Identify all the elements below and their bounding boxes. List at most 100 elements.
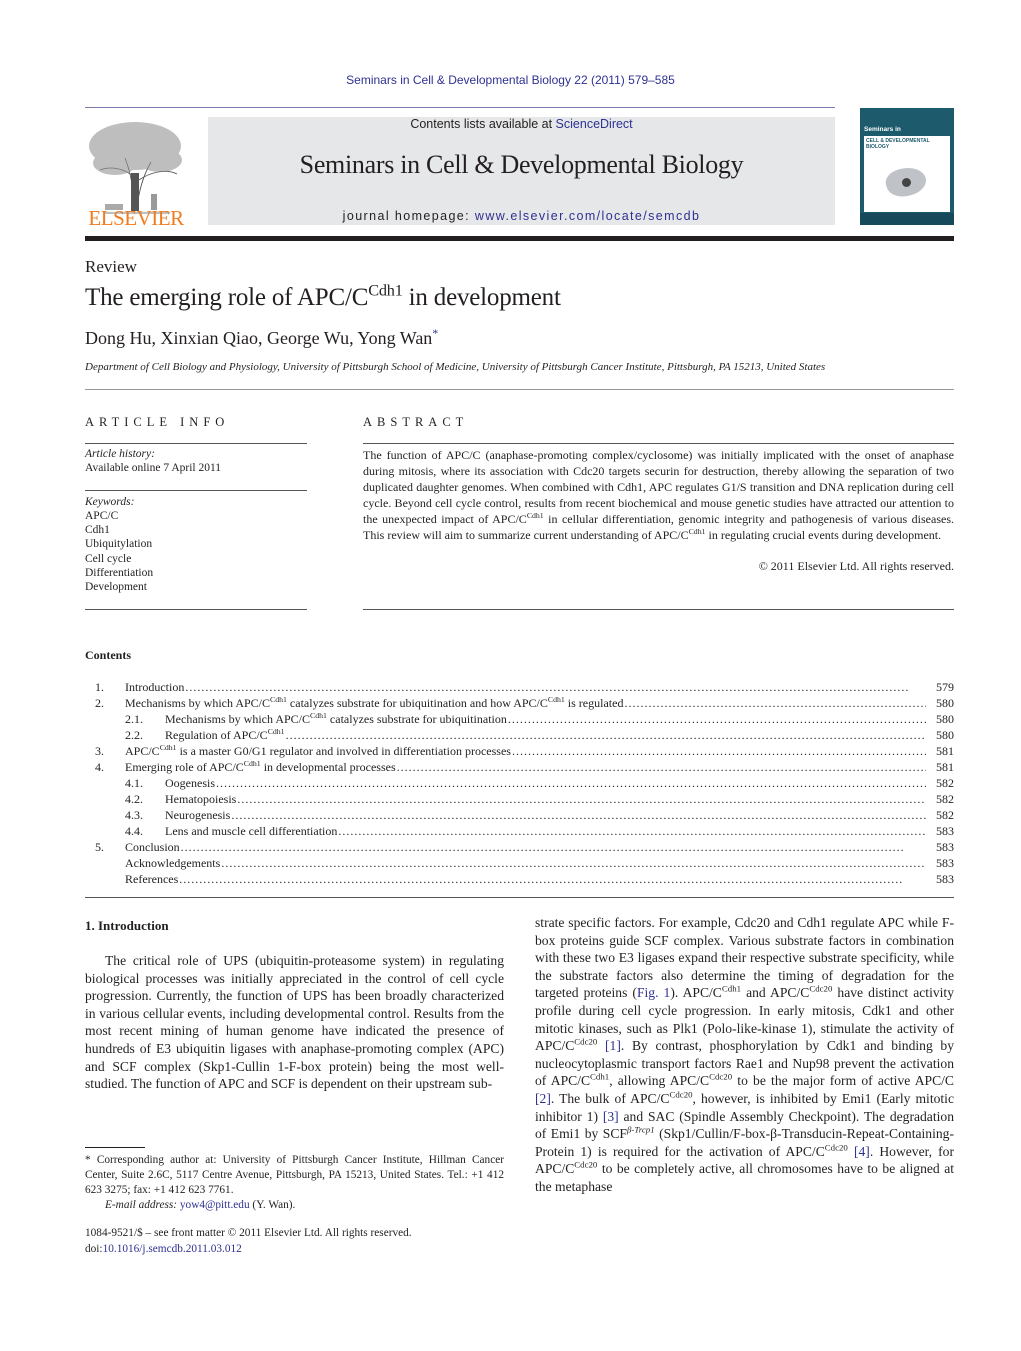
toc-title[interactable]: Emerging role of APC/CCdh1 in developmen… xyxy=(125,759,396,775)
title-main: The emerging role of APC/C xyxy=(85,284,369,311)
toc-entry[interactable]: 4. Emerging role of APC/CCdh1 in developm… xyxy=(85,759,954,775)
toc-number: 2.2. xyxy=(125,728,143,742)
email-link[interactable]: yow4@pitt.edu xyxy=(180,1199,250,1211)
article-history-label: Article history: xyxy=(85,448,155,460)
toc-number: 3. xyxy=(95,744,104,758)
toc-page-number: 581 xyxy=(936,760,954,774)
keywords-label: Keywords: xyxy=(85,496,135,508)
keyword: Development xyxy=(85,581,147,594)
toc-title[interactable]: Lens and muscle cell differentiation xyxy=(165,823,337,839)
toc-title-text: References xyxy=(125,872,179,886)
toc-title[interactable]: Neurogenesis xyxy=(165,807,230,823)
affiliation: Department of Cell Biology and Physiolog… xyxy=(85,361,826,373)
reference-link[interactable]: [4] xyxy=(854,1144,870,1159)
superscript: Cdc20 xyxy=(809,983,833,994)
journal-cover-thumbnail[interactable]: Seminars in CELL & DEVELOPMENTAL BIOLOGY xyxy=(860,108,954,225)
toc-leader-dots xyxy=(338,823,926,839)
toc-title-text: Conclusion xyxy=(125,840,180,854)
toc-title-text: Mechanisms by which APC/C xyxy=(125,696,271,710)
toc-entry[interactable]: 4.3. Neurogenesis 582 xyxy=(85,807,954,823)
toc-leader-dots xyxy=(221,855,926,871)
email-label: E-mail address: xyxy=(105,1199,178,1211)
toc-entry[interactable]: 1. Introduction 579 xyxy=(85,679,954,695)
reference-link[interactable]: [2] xyxy=(535,1091,551,1106)
toc-title[interactable]: References xyxy=(125,871,178,887)
toc-title[interactable]: APC/CCdh1 is a master G0/G1 regulator an… xyxy=(125,743,511,759)
abstract-text: The function of APC/C (anaphase-promotin… xyxy=(363,447,954,544)
toc-entry[interactable]: Acknowledgements 583 xyxy=(85,855,954,871)
keywords-list: APC/C Cdh1 Ubiquitylation Cell cycle Dif… xyxy=(85,509,153,594)
toc-title[interactable]: Hematopoiesis xyxy=(165,791,236,807)
toc-leader-dots xyxy=(286,727,926,743)
reference-link[interactable]: [3] xyxy=(603,1109,619,1124)
toc-title[interactable]: Introduction xyxy=(125,679,184,695)
divider xyxy=(363,443,954,444)
footnote-rule xyxy=(85,1147,145,1148)
superscript: Cdc20 xyxy=(824,1142,848,1153)
divider xyxy=(85,389,954,390)
contents-available-line: Contents lists available at ScienceDirec… xyxy=(208,117,835,131)
toc-title-text: Mechanisms by which APC/C xyxy=(165,712,311,726)
toc-leader-dots xyxy=(512,743,926,759)
superscript: Cdc20 xyxy=(709,1071,733,1082)
toc-entry[interactable]: 2. Mechanisms by which APC/CCdh1 catalyze… xyxy=(85,695,954,711)
toc-leader-dots xyxy=(231,807,926,823)
toc-entry[interactable]: 2.1. Mechanisms by which APC/CCdh1 cataly… xyxy=(85,711,954,727)
paragraph: The critical role of UPS (ubiquitin-prot… xyxy=(85,953,504,1092)
toc-leader-dots xyxy=(185,679,926,695)
table-of-contents: 1. Introduction 579 2. Mechanisms by which A… xyxy=(85,679,954,887)
toc-entry[interactable]: 3. APC/CCdh1 is a master G0/G1 regulator … xyxy=(85,743,954,759)
email-suffix: (Y. Wan). xyxy=(249,1199,296,1211)
reference-link[interactable]: [1] xyxy=(605,1038,621,1053)
toc-number: 4.4. xyxy=(125,824,143,838)
superscript: Cdh1 xyxy=(721,983,742,994)
email-line: E-mail address: yow4@pitt.edu (Y. Wan). xyxy=(85,1198,504,1213)
toc-title-text: APC/C xyxy=(125,744,160,758)
toc-page-number: 582 xyxy=(936,808,954,822)
doi-link[interactable]: 10.1016/j.semcdb.2011.03.012 xyxy=(103,1243,242,1255)
toc-entry[interactable]: 4.1. Oogenesis 582 xyxy=(85,775,954,791)
toc-entry[interactable]: 5. Conclusion 583 xyxy=(85,839,954,855)
toc-title-text: Emerging role of APC/C xyxy=(125,760,244,774)
toc-title[interactable]: Mechanisms by which APC/CCdh1 catalyzes … xyxy=(165,711,507,727)
toc-entry[interactable]: 4.4. Lens and muscle cell differentiation… xyxy=(85,823,954,839)
toc-page-number: 583 xyxy=(936,856,954,870)
toc-title-text: Introduction xyxy=(125,680,185,694)
toc-number: 4. xyxy=(95,760,104,774)
divider xyxy=(85,443,307,444)
article-info-heading: ARTICLE INFO xyxy=(85,415,230,429)
masthead-thick-rule xyxy=(85,236,954,241)
paragraph: strate specific factors. For example, Cd… xyxy=(535,914,954,1196)
divider xyxy=(363,609,954,610)
corresponding-author-link[interactable]: * xyxy=(432,327,438,340)
superscript: Cdh1 xyxy=(547,695,565,704)
toc-title[interactable]: Mechanisms by which APC/CCdh1 catalyzes … xyxy=(125,695,623,711)
doi-label: doi: xyxy=(85,1242,103,1255)
body-column-left: The critical role of UPS (ubiquitin-prot… xyxy=(85,952,504,1093)
homepage-label: journal homepage: xyxy=(342,209,475,223)
toc-entry[interactable]: 2.2. Regulation of APC/CCdh1 580 xyxy=(85,727,954,743)
contents-heading: Contents xyxy=(85,648,132,662)
superscript: Cdh1 xyxy=(243,759,261,768)
text: and APC/C xyxy=(741,985,810,1001)
toc-title[interactable]: Regulation of APC/CCdh1 xyxy=(165,727,285,743)
toc-page-number: 583 xyxy=(936,840,954,854)
toc-entry[interactable]: References 583 xyxy=(85,871,954,887)
toc-title[interactable]: Conclusion xyxy=(125,839,180,855)
keyword: Cdh1 xyxy=(85,524,110,537)
journal-citation[interactable]: Seminars in Cell & Developmental Biology… xyxy=(0,73,1021,87)
title-superscript: Cdh1 xyxy=(368,281,403,300)
masthead-top-rule xyxy=(85,107,835,108)
sciencedirect-link[interactable]: ScienceDirect xyxy=(556,117,633,131)
toc-page-number: 579 xyxy=(936,680,954,694)
front-matter-text: 1084-9521/$ – see front matter © 2011 El… xyxy=(85,1227,412,1239)
homepage-link[interactable]: www.elsevier.com/locate/semcdb xyxy=(475,209,700,223)
footnote-text: * Corresponding author at: University of… xyxy=(85,1153,504,1198)
toc-title[interactable]: Acknowledgements xyxy=(125,855,220,871)
toc-title-text: is regulated xyxy=(564,696,624,710)
toc-entry[interactable]: 4.2. Hematopoiesis 582 xyxy=(85,791,954,807)
cover-nucleus-icon xyxy=(902,178,911,187)
toc-page-number: 582 xyxy=(936,776,954,790)
figure-link[interactable]: Fig. 1 xyxy=(637,985,670,1000)
toc-title[interactable]: Oogenesis xyxy=(165,775,215,791)
